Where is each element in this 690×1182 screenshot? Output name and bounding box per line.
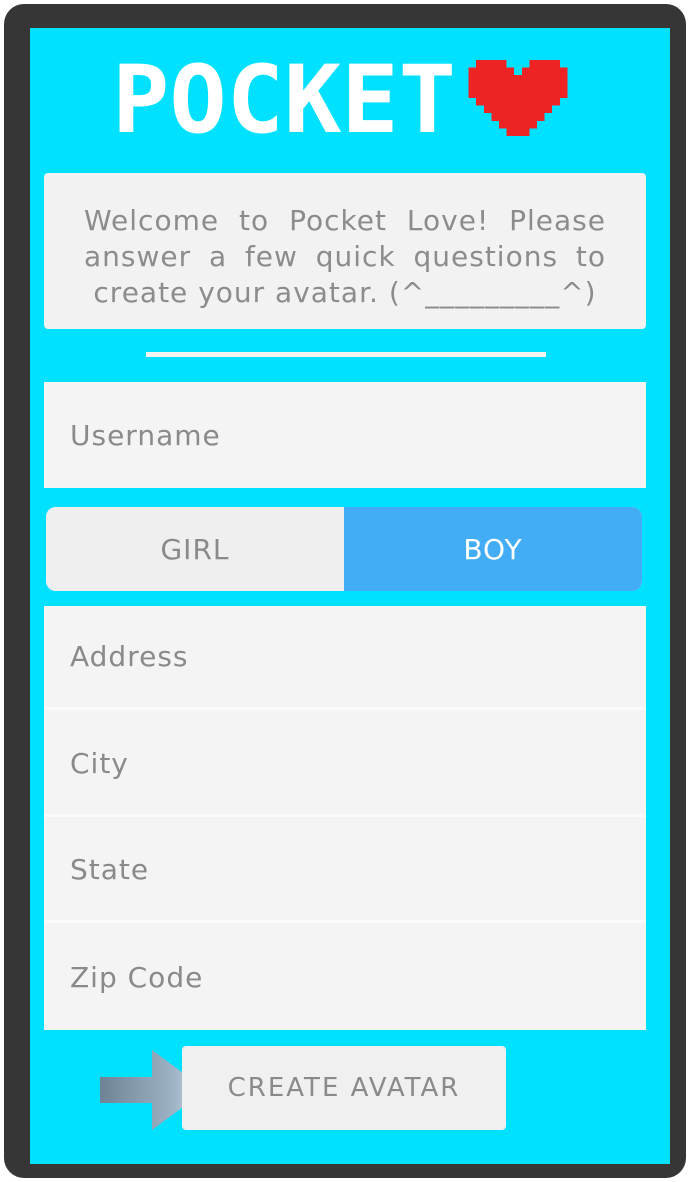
welcome-message: Welcome to Pocket Love! Please answer a … bbox=[44, 173, 646, 329]
address-fields-group: Address City State Zip Code bbox=[44, 606, 646, 1030]
city-placeholder: City bbox=[70, 747, 129, 780]
logo-wordmark: POCKET bbox=[112, 60, 462, 138]
username-field[interactable]: Username bbox=[44, 382, 646, 488]
zip-code-placeholder: Zip Code bbox=[70, 960, 204, 994]
address-field[interactable]: Address bbox=[44, 606, 646, 710]
create-avatar-button[interactable]: CREATE AVATAR bbox=[182, 1046, 506, 1130]
gender-boy-button[interactable]: BOY bbox=[344, 507, 642, 591]
state-placeholder: State bbox=[70, 853, 150, 886]
zip-code-field[interactable]: Zip Code bbox=[44, 925, 646, 1029]
state-field[interactable]: State bbox=[44, 819, 646, 923]
logo-text: POCKET bbox=[112, 60, 456, 138]
heart-icon bbox=[466, 60, 570, 136]
gender-toggle[interactable]: GIRL BOY bbox=[46, 507, 642, 591]
city-field[interactable]: City bbox=[44, 713, 646, 817]
address-placeholder: Address bbox=[70, 640, 189, 673]
username-placeholder: Username bbox=[70, 418, 221, 452]
divider bbox=[146, 352, 546, 357]
app-logo: POCKET bbox=[112, 60, 572, 138]
gender-girl-button[interactable]: GIRL bbox=[46, 507, 344, 591]
